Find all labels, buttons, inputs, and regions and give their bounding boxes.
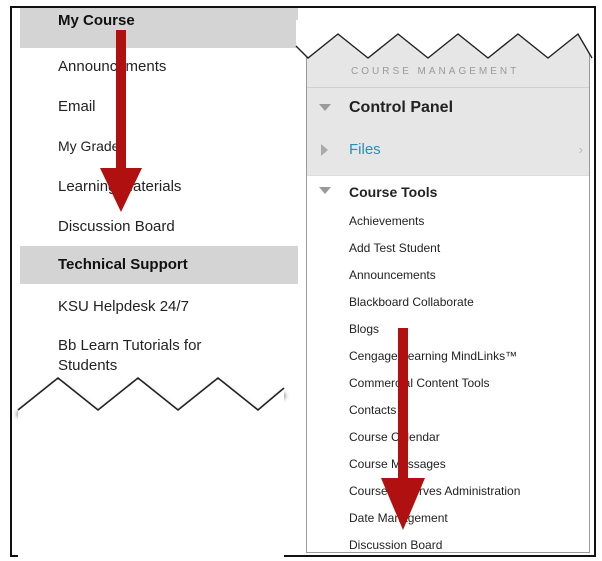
collapsed-triangle-icon [321,144,328,156]
tool-link-course-messages[interactable]: Course Messages [349,456,520,483]
control-panel: COURSE MANAGEMENT Control Panel Files › … [306,30,590,553]
tool-link-contacts[interactable]: Contacts [349,402,520,429]
screenshot-frame: My Course Announcements Email My Grades … [10,6,596,557]
menu-item-announcements[interactable]: Announcements [20,58,166,75]
tool-link-blogs[interactable]: Blogs [349,321,520,348]
tool-link-course-calendar[interactable]: Course Calendar [349,429,520,456]
tool-link-commercial-content-tools[interactable]: Commercial Content Tools [349,375,520,402]
tool-link-cengage-mindlinks[interactable]: Cengage Learning MindLinks™ [349,348,520,375]
tool-link-course-reserves-administration[interactable]: Course Reserves Administration [349,483,520,510]
control-panel-row[interactable]: Control Panel [307,87,589,130]
menu-item-ksu-helpdesk[interactable]: KSU Helpdesk 24/7 [20,298,189,315]
menu-item-learning-materials[interactable]: Learning Materials [20,178,181,195]
chevron-right-icon: › [578,142,583,157]
course-tools-row[interactable]: Course Tools [307,175,589,210]
tool-link-discussion-board[interactable]: Discussion Board [349,537,520,552]
tool-link-add-test-student[interactable]: Add Test Student [349,240,520,267]
course-menu-heading: My Course [20,8,298,48]
control-panel-title: Control Panel [349,99,454,116]
course-tools-title: Course Tools [349,184,438,200]
tool-link-date-management[interactable]: Date Management [349,510,520,537]
support-heading: Technical Support [20,246,298,284]
tool-link-announcements[interactable]: Announcements [349,267,520,294]
course-management-label: COURSE MANAGEMENT [351,66,520,77]
tool-link-blackboard-collaborate[interactable]: Blackboard Collaborate [349,294,520,321]
menu-item-bb-learn-tutorials[interactable]: Bb Learn Tutorials for Students [20,336,230,376]
tool-link-achievements[interactable]: Achievements [349,213,520,240]
expanded-triangle-icon [319,187,331,194]
course-menu: My Course Announcements Email My Grades … [20,8,298,428]
expanded-triangle-icon [319,104,331,111]
menu-item-discussion-board[interactable]: Discussion Board [20,218,175,235]
menu-item-my-grades[interactable]: My Grades [20,138,126,154]
files-row[interactable]: Files › [307,131,589,171]
menu-item-email[interactable]: Email [20,98,96,115]
files-link[interactable]: Files [349,141,381,158]
course-tools-list: Achievements Add Test Student Announceme… [349,213,520,552]
